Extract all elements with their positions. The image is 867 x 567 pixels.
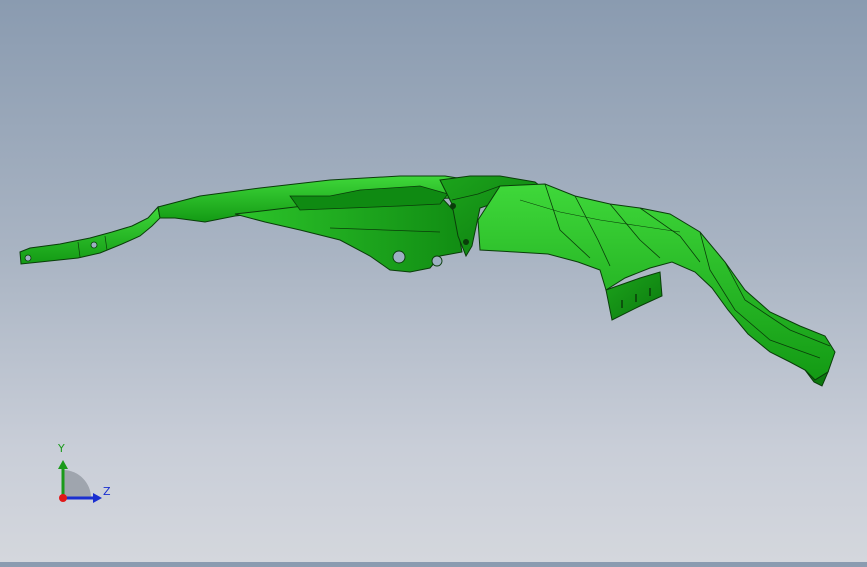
tab-hole-2 xyxy=(90,241,98,249)
panel-hole-1 xyxy=(392,250,406,264)
triad-quadrant xyxy=(63,470,91,498)
z-axis-label: Z xyxy=(103,485,111,498)
z-arrow xyxy=(93,493,102,503)
x-axis-dot xyxy=(59,494,67,502)
y-arrow xyxy=(58,460,68,469)
y-axis-label: Y xyxy=(58,442,65,455)
orientation-triad: Y Z xyxy=(50,440,120,510)
bracket-bolt-2 xyxy=(463,239,469,245)
left-mounting-tab xyxy=(19,205,161,265)
3d-viewport[interactable]: Y Z xyxy=(0,0,867,562)
tab-hole-1 xyxy=(24,254,32,262)
panel-hole-2 xyxy=(431,255,443,267)
bracket-bolt-1 xyxy=(450,203,456,209)
part-model[interactable] xyxy=(0,0,867,562)
